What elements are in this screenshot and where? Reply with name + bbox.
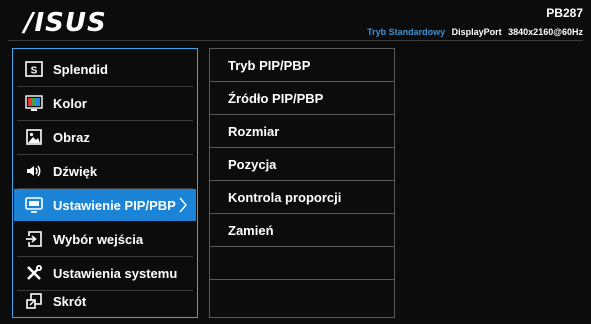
main-menu-item-skrot[interactable]: Skrót (14, 285, 196, 317)
submenu-label: Kontrola proporcji (228, 189, 342, 205)
submenu-item-empty (210, 280, 394, 313)
chevron-right-icon (178, 197, 188, 216)
main-menu-label: Obraz (53, 129, 90, 145)
color-icon (25, 94, 43, 112)
input-select-icon (25, 230, 43, 248)
tools-icon (25, 264, 43, 282)
main-menu: S Splendid Kolor Obraz Dźwięk Ustawienie… (12, 48, 198, 318)
main-menu-label: Skrót (53, 293, 87, 309)
main-menu-label: Wybór wejścia (53, 231, 144, 247)
speaker-icon (25, 162, 43, 180)
splendid-icon: S (25, 60, 43, 78)
pip-pbp-submenu: Tryb PIP/PBP Źródło PIP/PBP Rozmiar Pozy… (209, 48, 395, 318)
submenu-item-kontrola-proporcji[interactable]: Kontrola proporcji (210, 181, 394, 214)
osd-menu: /ISUS PB287 Tryb Standardowy DisplayPort… (0, 0, 591, 324)
submenu-item-zrodlo-pip-pbp[interactable]: Źródło PIP/PBP (210, 82, 394, 115)
main-menu-label: Splendid (53, 61, 108, 77)
main-menu-item-splendid[interactable]: S Splendid (14, 53, 196, 85)
pip-monitor-icon (25, 196, 43, 214)
submenu-item-zamien[interactable]: Zamień (210, 214, 394, 247)
asus-logo: /ISUS (24, 8, 107, 38)
main-menu-label: Ustawienia systemu (53, 265, 178, 281)
main-menu-item-dzwiek[interactable]: Dźwięk (14, 155, 196, 187)
main-menu-item-wybor-wejscia[interactable]: Wybór wejścia (14, 223, 196, 255)
submenu-label: Zamień (228, 222, 274, 238)
submenu-item-empty (210, 247, 394, 280)
submenu-label: Źródło PIP/PBP (228, 90, 324, 106)
main-menu-label: Ustawienie PIP/PBP (53, 197, 176, 213)
image-icon (25, 128, 43, 146)
header-divider (8, 40, 583, 41)
submenu-label: Pozycja (228, 156, 277, 172)
model-name: PB287 (546, 6, 583, 20)
svg-text:S: S (31, 66, 38, 77)
resolution: 3840x2160@60Hz (508, 27, 583, 37)
main-menu-label: Dźwięk (53, 163, 98, 179)
main-menu-item-kolor[interactable]: Kolor (14, 87, 196, 119)
main-menu-item-obraz[interactable]: Obraz (14, 121, 196, 153)
submenu-label: Tryb PIP/PBP (228, 57, 311, 73)
main-menu-label: Kolor (53, 95, 87, 111)
submenu-item-tryb-pip-pbp[interactable]: Tryb PIP/PBP (210, 49, 394, 82)
current-mode: Tryb Standardowy (367, 27, 446, 37)
submenu-label: Rozmiar (228, 123, 280, 139)
submenu-item-pozycja[interactable]: Pozycja (210, 148, 394, 181)
status-bar: Tryb Standardowy DisplayPort 3840x2160@6… (367, 27, 583, 37)
main-menu-item-pip-pbp[interactable]: Ustawienie PIP/PBP (14, 189, 196, 221)
shortcut-icon (25, 292, 43, 310)
submenu-item-rozmiar[interactable]: Rozmiar (210, 115, 394, 148)
input-source: DisplayPort (451, 27, 502, 37)
